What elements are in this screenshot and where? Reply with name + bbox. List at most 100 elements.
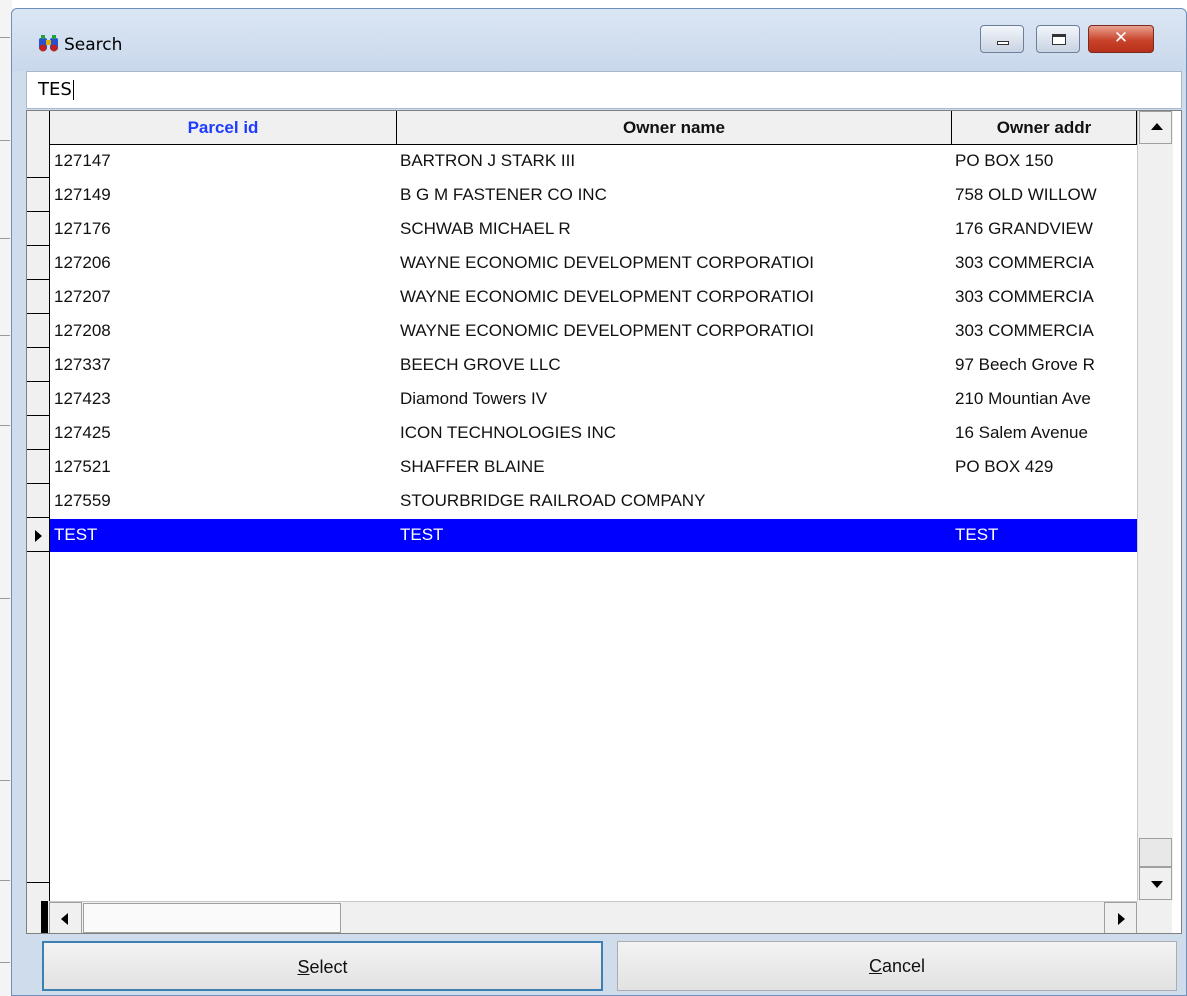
cell-parcel-id[interactable]: 127337 [54,348,394,382]
empty-row-indicator [27,585,50,619]
search-input-value: TES [38,79,72,100]
background-tick [0,37,10,38]
scroll-down-button[interactable] [1139,867,1172,900]
cell-owner-addr[interactable]: PO BOX 150 [955,144,1137,178]
close-button[interactable]: ✕ [1088,25,1154,53]
table-row[interactable]: 127207 WAYNE ECONOMIC DEVELOPMENT CORPORA… [27,280,1137,314]
cell-parcel-id[interactable]: 127559 [54,484,394,518]
empty-row-indicator [27,750,50,784]
cell-parcel-id[interactable]: 127521 [54,450,394,484]
cell-parcel-id[interactable]: 127147 [54,144,394,178]
cell-owner-addr[interactable]: 176 GRANDVIEW [955,212,1137,246]
background-tick [0,780,10,781]
row-indicator[interactable] [27,280,50,314]
empty-row-indicator [27,717,50,751]
cell-parcel-id[interactable]: 127425 [54,416,394,450]
table-row[interactable]: 127206 WAYNE ECONOMIC DEVELOPMENT CORPORA… [27,246,1137,280]
arrow-up-icon [1151,123,1163,130]
cell-owner-name[interactable]: STOURBRIDGE RAILROAD COMPANY [400,484,950,518]
header-corner [27,111,50,144]
table-row[interactable]: 127423 Diamond Towers IV 210 Mountian Ave [27,382,1137,416]
select-button-label: elect [309,957,348,977]
cell-parcel-id[interactable]: 127206 [54,246,394,280]
cell-owner-name[interactable]: B G M FASTENER CO INC [400,178,950,212]
cell-owner-name[interactable]: WAYNE ECONOMIC DEVELOPMENT CORPORATIOI [400,280,950,314]
table-row[interactable]: 127337 BEECH GROVE LLC 97 Beech Grove R [27,348,1137,382]
cell-parcel-id[interactable]: 127176 [54,212,394,246]
cell-owner-name[interactable]: Diamond Towers IV [400,382,950,416]
cell-owner-addr[interactable]: 97 Beech Grove R [955,348,1137,382]
row-indicator[interactable] [27,144,50,178]
select-button[interactable]: Select [42,941,603,991]
horizontal-scroll-thumb[interactable] [83,903,341,933]
minimize-button[interactable] [980,25,1024,53]
table-row[interactable]: 127149 B G M FASTENER CO INC 758 OLD WILLO… [27,178,1137,212]
table-row[interactable]: 127176 SCHWAB MICHAEL R 176 GRANDVIEW [27,212,1137,246]
maximize-button[interactable] [1036,25,1080,53]
vertical-scrollbar[interactable] [1137,111,1173,901]
row-indicator[interactable] [27,484,50,518]
column-header-owner-name[interactable]: Owner name [397,111,952,144]
window-title: Search [64,35,123,55]
column-header-owner-addr[interactable]: Owner addr [952,111,1137,144]
cell-owner-addr[interactable]: PO BOX 429 [955,450,1137,484]
cell-owner-addr[interactable]: TEST [955,518,1137,552]
cell-owner-addr[interactable]: 16 Salem Avenue [955,416,1137,450]
background-tick [0,425,10,426]
background-tick [0,880,10,881]
table-row[interactable]: 127521 SHAFFER BLAINE PO BOX 429 [27,450,1137,484]
table-row[interactable]: 127425 ICON TECHNOLOGIES INC 16 Salem Aven… [27,416,1137,450]
scroll-up-button[interactable] [1139,111,1172,144]
background-tick [0,335,10,336]
results-grid[interactable]: Parcel id Owner name Owner addr 127147 BA… [26,110,1182,934]
title-bar[interactable]: Search ✕ [12,9,1186,71]
background-tick [0,238,10,239]
empty-row-indicator [27,684,50,718]
cell-owner-name[interactable]: BEECH GROVE LLC [400,348,950,382]
row-indicator[interactable] [27,416,50,450]
cell-owner-name[interactable]: WAYNE ECONOMIC DEVELOPMENT CORPORATIOI [400,314,950,348]
empty-row-indicator [27,618,50,652]
cell-owner-name[interactable]: SHAFFER BLAINE [400,450,950,484]
row-indicator[interactable] [27,518,50,552]
cell-owner-addr[interactable]: 758 OLD WILLOW [955,178,1137,212]
cell-owner-name[interactable]: WAYNE ECONOMIC DEVELOPMENT CORPORATIOI [400,246,950,280]
cell-owner-addr[interactable]: 210 Mountian Ave [955,382,1137,416]
horizontal-scroll-indicator [27,901,49,933]
row-indicator[interactable] [27,314,50,348]
cell-owner-addr[interactable]: 303 COMMERCIA [955,314,1137,348]
cell-parcel-id[interactable]: TEST [54,518,394,552]
arrow-right-icon [1118,913,1125,925]
table-row[interactable]: 127559 STOURBRIDGE RAILROAD COMPANY [27,484,1137,518]
row-indicator[interactable] [27,212,50,246]
cell-parcel-id[interactable]: 127423 [54,382,394,416]
cell-owner-name[interactable]: ICON TECHNOLOGIES INC [400,416,950,450]
cell-owner-addr[interactable] [955,484,1137,518]
table-row[interactable]: 127208 WAYNE ECONOMIC DEVELOPMENT CORPORA… [27,314,1137,348]
row-indicator[interactable] [27,246,50,280]
table-row[interactable]: 127147 BARTRON J STARK III PO BOX 150 [27,144,1137,178]
row-indicator[interactable] [27,348,50,382]
table-row[interactable]: TEST TEST TEST [27,518,1137,552]
scroll-right-button[interactable] [1104,902,1137,933]
arrow-left-icon [61,913,68,925]
row-indicator[interactable] [27,178,50,212]
cell-parcel-id[interactable]: 127207 [54,280,394,314]
horizontal-scrollbar[interactable] [49,901,1137,933]
search-dialog: Search ✕ TES Parcel id Owner name Owner … [11,8,1187,996]
search-input[interactable]: TES [26,71,1182,109]
cell-owner-name[interactable]: BARTRON J STARK III [400,144,950,178]
cell-owner-name[interactable]: TEST [400,518,950,552]
background-tick [0,962,10,963]
vertical-scroll-thumb[interactable] [1139,838,1172,867]
cell-owner-name[interactable]: SCHWAB MICHAEL R [400,212,950,246]
scroll-left-button[interactable] [49,902,82,933]
row-indicator[interactable] [27,382,50,416]
column-header-parcel-id[interactable]: Parcel id [50,111,397,144]
cell-owner-addr[interactable]: 303 COMMERCIA [955,280,1137,314]
row-indicator[interactable] [27,450,50,484]
cell-parcel-id[interactable]: 127208 [54,314,394,348]
cancel-button[interactable]: Cancel [617,941,1177,991]
cell-owner-addr[interactable]: 303 COMMERCIA [955,246,1137,280]
cell-parcel-id[interactable]: 127149 [54,178,394,212]
